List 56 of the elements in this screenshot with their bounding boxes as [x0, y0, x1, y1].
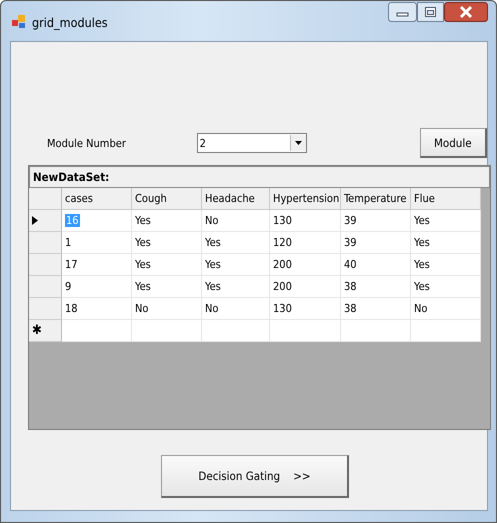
table-cell[interactable]: 39: [341, 232, 411, 254]
table-cell[interactable]: No: [411, 298, 481, 320]
table-cell[interactable]: 9: [62, 276, 132, 298]
table-cell[interactable]: 130: [270, 298, 341, 320]
table-cell[interactable]: 120: [270, 232, 341, 254]
maximize-icon[interactable]: [417, 2, 444, 22]
table-cell[interactable]: [132, 320, 202, 342]
column-header[interactable]: Headache: [202, 188, 270, 210]
table-cell[interactable]: Yes: [411, 254, 481, 276]
table-cell[interactable]: [341, 320, 411, 342]
column-header[interactable]: Flue: [411, 188, 481, 210]
current-row-icon: [32, 216, 38, 225]
column-header[interactable]: Hypertension: [270, 188, 341, 210]
table-cell[interactable]: 18: [62, 298, 132, 320]
table-cell[interactable]: 17: [62, 254, 132, 276]
module-label: Module Number: [47, 136, 127, 150]
table-cell[interactable]: Yes: [132, 232, 202, 254]
table-cell[interactable]: Yes: [132, 254, 202, 276]
table-cell[interactable]: Yes: [132, 276, 202, 298]
module-dropdown[interactable]: 2: [196, 133, 307, 153]
column-header[interactable]: Cough: [132, 188, 202, 210]
table-cell[interactable]: [270, 320, 341, 342]
dropdown-arrow-icon: [294, 141, 302, 145]
window-title: grid_modules: [32, 15, 109, 30]
table-cell[interactable]: Yes: [411, 210, 481, 232]
table-cell[interactable]: 200: [270, 276, 341, 298]
table-cell[interactable]: Yes: [202, 276, 270, 298]
table-cell[interactable]: Yes: [202, 232, 270, 254]
close-icon[interactable]: [444, 2, 488, 22]
app-icon: [12, 15, 26, 29]
row-header: [29, 188, 62, 210]
table-cell[interactable]: 40: [341, 254, 411, 276]
module-button[interactable]: Module: [420, 128, 487, 158]
row-header[interactable]: [29, 210, 62, 232]
table-cell[interactable]: No: [202, 210, 270, 232]
table-cell[interactable]: [411, 320, 481, 342]
column-header[interactable]: Temperature: [341, 188, 411, 210]
table-cell[interactable]: [62, 320, 132, 342]
table-cell[interactable]: 130: [270, 210, 341, 232]
table-cell[interactable]: 38: [341, 276, 411, 298]
table-cell[interactable]: Yes: [411, 232, 481, 254]
decision-gating-button[interactable]: Decision Gating >>: [161, 455, 349, 498]
table-cell[interactable]: 1: [62, 232, 132, 254]
grid-caption: NewDataSet:: [29, 166, 490, 188]
table-cell[interactable]: [202, 320, 270, 342]
table-cell[interactable]: 200: [270, 254, 341, 276]
row-header[interactable]: ✱: [29, 320, 62, 342]
table-cell[interactable]: No: [132, 298, 202, 320]
minimize-icon[interactable]: [388, 2, 417, 22]
table-cell[interactable]: No: [202, 298, 270, 320]
table-cell[interactable]: 38: [341, 298, 411, 320]
column-header[interactable]: cases: [62, 188, 132, 210]
table-cell[interactable]: Yes: [132, 210, 202, 232]
table-cell[interactable]: 39: [341, 210, 411, 232]
table-cell[interactable]: Yes: [202, 254, 270, 276]
table-cell[interactable]: Yes: [411, 276, 481, 298]
